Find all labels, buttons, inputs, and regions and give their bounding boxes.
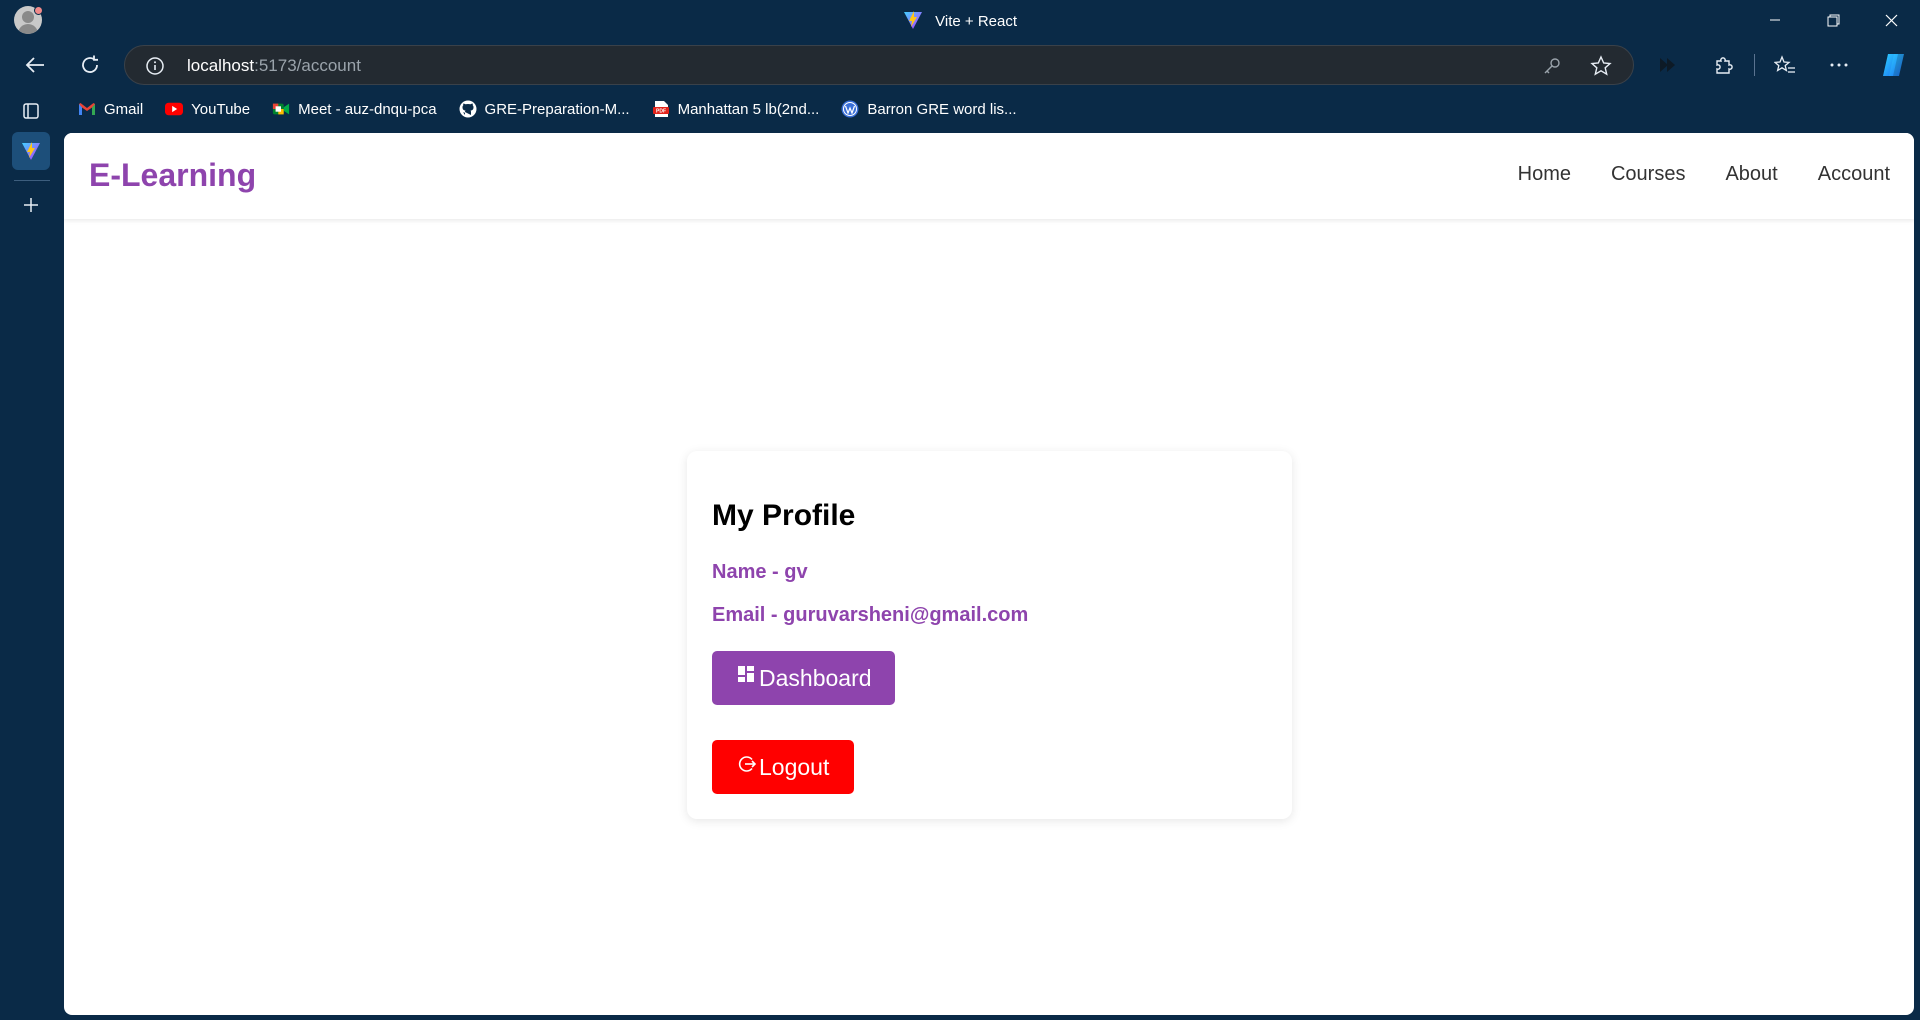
- browser-toolbar: localhost:5173/account: [0, 40, 1920, 90]
- wordpress-icon: [841, 100, 859, 118]
- vertical-tabs-sidebar: [0, 40, 64, 1020]
- pdf-icon: PDF: [652, 100, 670, 118]
- gmail-icon: [78, 100, 96, 118]
- bookmark-gmail[interactable]: Gmail: [78, 100, 143, 118]
- url-host: localhost: [187, 56, 255, 75]
- tab-actions-icon[interactable]: [12, 92, 50, 130]
- profile-name: Name - gv: [712, 561, 808, 583]
- bookmark-github[interactable]: GRE-Preparation-M...: [459, 100, 630, 118]
- refresh-icon[interactable]: [72, 48, 108, 82]
- extensions-puzzle-icon[interactable]: [1705, 48, 1741, 82]
- tab-vite-react[interactable]: [12, 132, 50, 170]
- window-controls: [1746, 0, 1920, 40]
- window-title-text: Vite + React: [935, 13, 1018, 30]
- logout-icon: [737, 753, 757, 773]
- bookmark-label: Meet - auz-dnqu-pca: [298, 100, 437, 118]
- nav-link-home[interactable]: Home: [1518, 163, 1571, 186]
- window-title: Vite + React: [0, 10, 1920, 34]
- google-meet-icon: [272, 100, 290, 118]
- browser-titlebar: Vite + React: [0, 0, 1920, 40]
- nav-link-courses[interactable]: Courses: [1611, 163, 1685, 186]
- bookmark-label: Barron GRE word lis...: [867, 100, 1017, 118]
- address-bar[interactable]: localhost:5173/account: [124, 45, 1634, 85]
- dashboard-button-label: Dashboard: [759, 664, 872, 691]
- bookmark-barron[interactable]: Barron GRE word lis...: [841, 100, 1017, 118]
- sidebar-divider: [14, 180, 50, 181]
- minimize-button[interactable]: [1746, 0, 1804, 40]
- copilot-icon[interactable]: [1875, 48, 1911, 82]
- bookmark-manhattan-pdf[interactable]: PDF Manhattan 5 lb(2nd...: [652, 100, 820, 118]
- logout-button[interactable]: Logout: [712, 740, 854, 794]
- site-logo[interactable]: E-Learning: [89, 157, 256, 194]
- more-options-icon[interactable]: [1821, 48, 1857, 82]
- site-header: E-Learning Home Courses About Account: [64, 133, 1914, 219]
- nav-link-account[interactable]: Account: [1818, 163, 1890, 186]
- profile-card: My Profile Name - gv Email - guruvarshen…: [687, 451, 1292, 819]
- bookmark-label: GRE-Preparation-M...: [484, 100, 630, 118]
- bookmark-meet[interactable]: Meet - auz-dnqu-pca: [272, 100, 437, 118]
- media-forward-icon[interactable]: [1650, 48, 1686, 82]
- nav-link-about[interactable]: About: [1725, 163, 1777, 186]
- page-viewport: E-Learning Home Courses About Account My…: [64, 133, 1914, 1015]
- bookmark-label: Manhattan 5 lb(2nd...: [677, 100, 820, 118]
- url-path: :5173/account: [254, 56, 361, 75]
- profile-title: My Profile: [712, 499, 856, 532]
- password-key-icon[interactable]: [1541, 55, 1563, 77]
- bookmarks-bar: Gmail YouTube Meet - auz-dnqu-pca GRE-Pr…: [64, 90, 1039, 128]
- dashboard-icon: [737, 664, 757, 684]
- bookmark-youtube[interactable]: YouTube: [165, 100, 250, 118]
- bookmark-label: YouTube: [191, 100, 251, 118]
- toolbar-separator: [1754, 54, 1755, 76]
- favorite-star-icon[interactable]: [1590, 55, 1612, 77]
- profile-email: Email - guruvarsheni@gmail.com: [712, 604, 1029, 626]
- svg-text:PDF: PDF: [656, 109, 666, 115]
- close-button[interactable]: [1862, 0, 1920, 40]
- back-icon[interactable]: [17, 48, 53, 82]
- favorites-list-icon[interactable]: [1767, 48, 1803, 82]
- site-info-icon[interactable]: [145, 56, 165, 76]
- dashboard-button[interactable]: Dashboard: [712, 651, 895, 705]
- github-icon: [459, 100, 477, 118]
- bookmark-label: Gmail: [104, 100, 144, 118]
- vite-logo-icon: [903, 10, 923, 34]
- site-nav: Home Courses About Account: [1478, 163, 1890, 186]
- logout-button-label: Logout: [759, 753, 830, 780]
- restore-button[interactable]: [1804, 0, 1862, 40]
- new-tab-icon[interactable]: [12, 186, 50, 224]
- url-text[interactable]: localhost:5173/account: [187, 56, 361, 76]
- youtube-icon: [165, 100, 184, 118]
